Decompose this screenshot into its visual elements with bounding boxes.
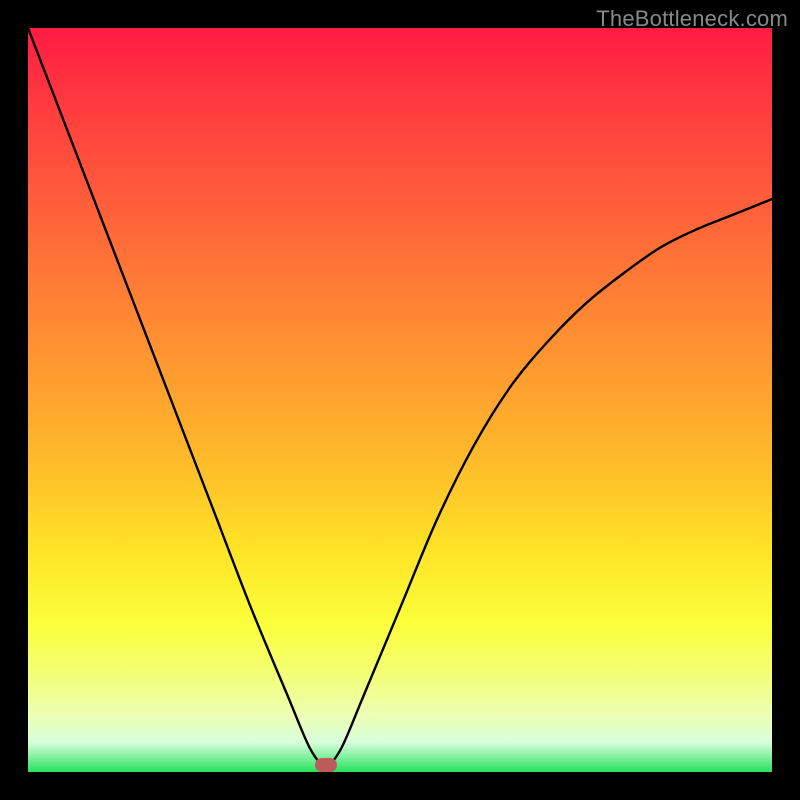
optimum-marker	[315, 758, 337, 772]
chart-frame: TheBottleneck.com	[0, 0, 800, 800]
plot-area	[28, 28, 772, 772]
watermark-label: TheBottleneck.com	[596, 6, 788, 32]
bottleneck-curve	[28, 28, 772, 772]
curve-path	[28, 28, 772, 765]
